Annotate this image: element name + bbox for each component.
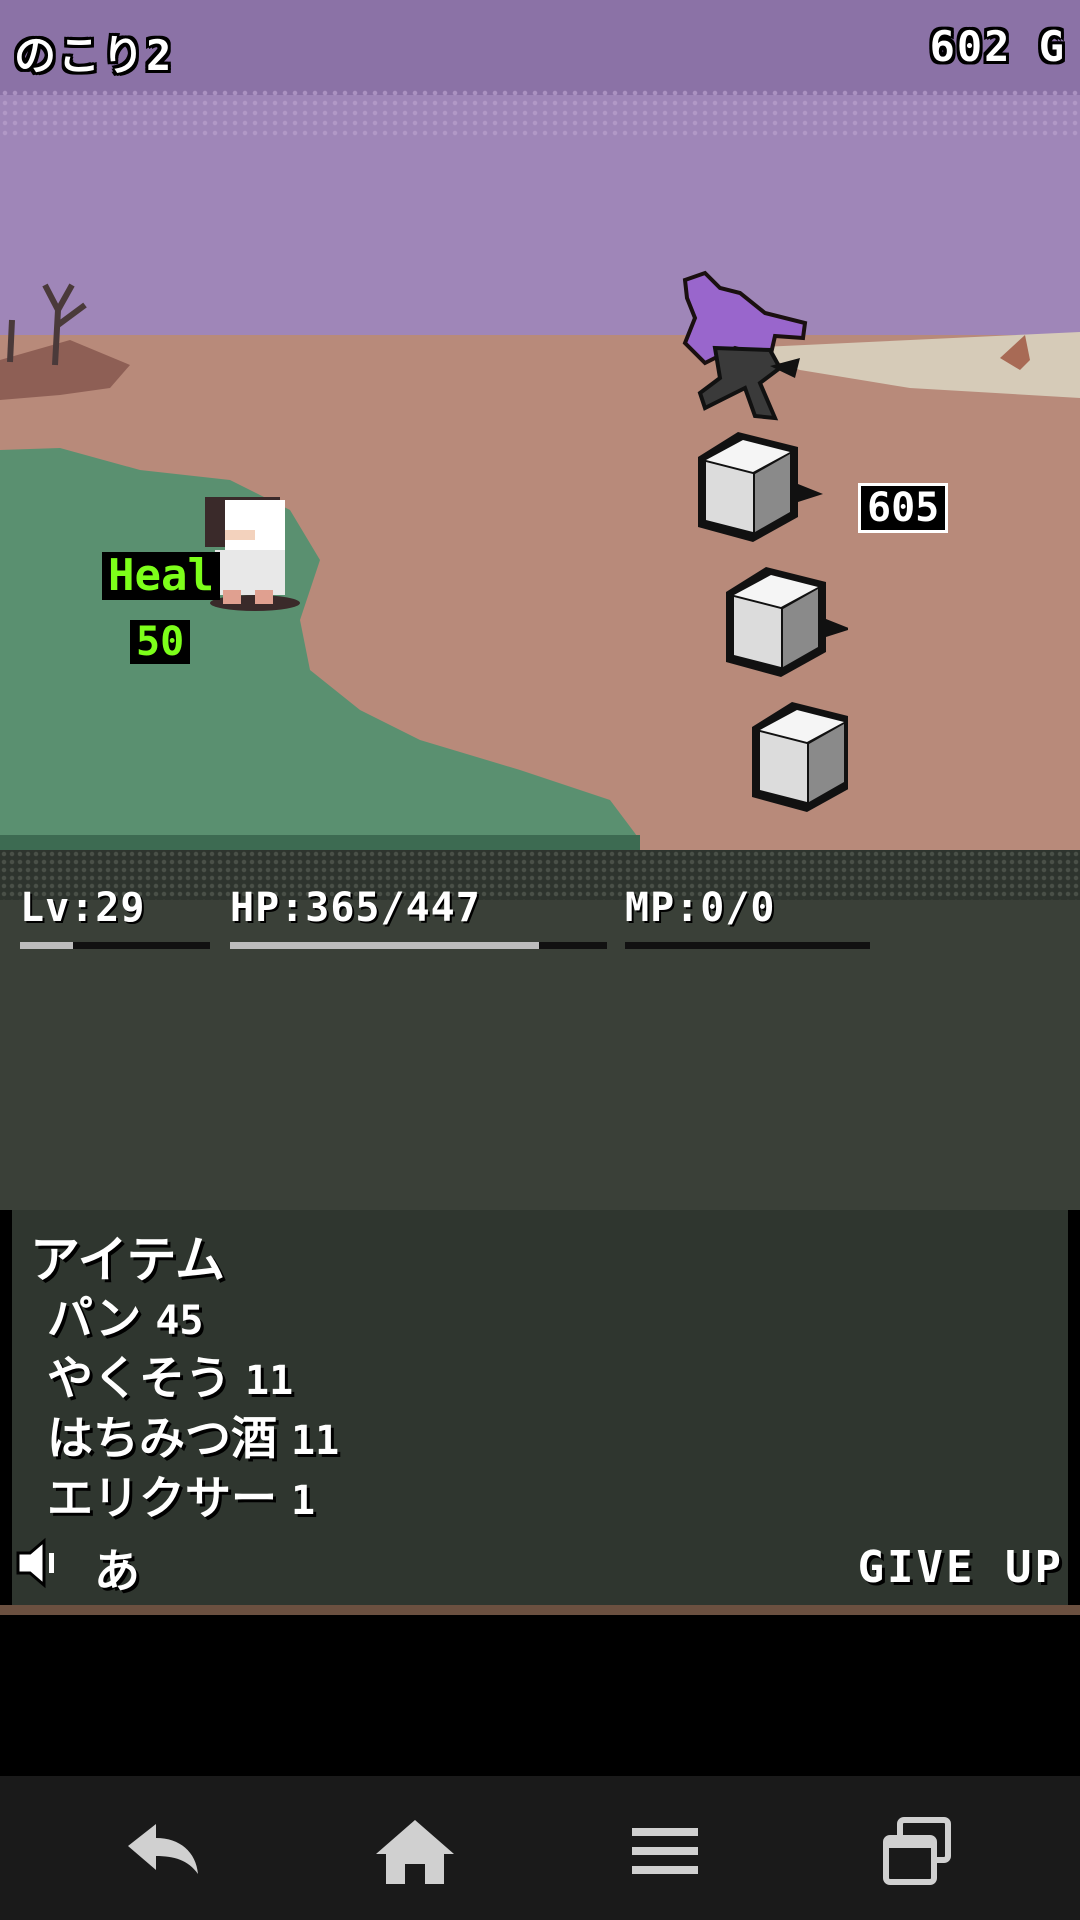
auto-button[interactable]: あ — [94, 1535, 140, 1601]
gold-counter: 602 G — [929, 22, 1066, 71]
level-stat: Lv:29 — [20, 885, 146, 931]
item-elixir[interactable]: エリクサー 1 — [47, 1462, 315, 1528]
mp-stat: MP:0/0 — [625, 885, 776, 931]
block-1 — [698, 432, 823, 542]
item-name: エリクサー — [47, 1471, 277, 1525]
panel-border — [0, 1605, 1080, 1615]
heal-label: Heal — [102, 552, 220, 600]
block-3 — [752, 702, 848, 812]
item-name: やくそう — [47, 1351, 231, 1405]
game-screen: Heal 50 605 のこり2 602 G Lv:29 HP:365/447 … — [0, 0, 1080, 1615]
item-qty: 45 — [155, 1298, 204, 1344]
enemy-hp-label: 605 — [858, 483, 949, 533]
item-name: はちみつ酒 — [47, 1411, 277, 1465]
block-2 — [726, 567, 848, 677]
status-panel: Lv:29 HP:365/447 MP:0/0 — [0, 850, 1080, 1210]
item-qty: 11 — [291, 1418, 340, 1464]
heal-amount: 50 — [130, 620, 191, 664]
enemy-blocks — [698, 432, 848, 812]
item-menu: アイテム パン 45 やくそう 11 はちみつ酒 11 エリクサー 1 あ GIVE U… — [12, 1210, 1068, 1605]
android-nav-bar — [0, 1776, 1080, 1920]
speaker-icon[interactable] — [12, 1535, 62, 1591]
item-herb[interactable]: やくそう 11 — [47, 1342, 293, 1408]
enemy-sprite — [682, 270, 808, 421]
level-bar-fill — [20, 942, 74, 949]
mp-bar — [625, 942, 870, 949]
give-up-button[interactable]: GIVE UP — [858, 1542, 1064, 1593]
item-mead[interactable]: はちみつ酒 11 — [47, 1402, 339, 1468]
remaining-counter: のこり2 — [14, 31, 174, 80]
item-qty: 11 — [245, 1358, 294, 1404]
sky-dither — [0, 88, 1080, 136]
background-scenery — [0, 283, 1080, 400]
back-arrow-icon[interactable] — [118, 1816, 208, 1886]
menu-icon[interactable] — [620, 1816, 710, 1886]
item-bread[interactable]: パン 45 — [47, 1282, 203, 1348]
home-icon[interactable] — [370, 1816, 460, 1886]
hp-bar — [230, 942, 607, 949]
item-qty: 1 — [291, 1478, 316, 1524]
recents-icon[interactable] — [872, 1816, 962, 1886]
battle-scene: Heal 50 605 のこり2 602 G — [0, 0, 1080, 860]
item-name: パン — [47, 1291, 142, 1345]
level-bar — [20, 942, 210, 949]
hp-bar-fill — [230, 942, 540, 949]
hp-stat: HP:365/447 — [230, 885, 481, 931]
grass-hill — [0, 448, 640, 860]
status-dither — [0, 850, 1080, 900]
